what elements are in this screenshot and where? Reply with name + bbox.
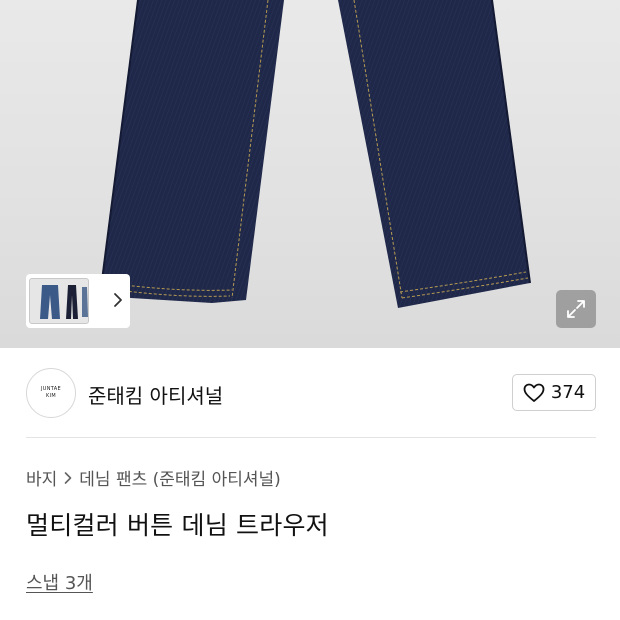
breadcrumb-category[interactable]: 바지 — [26, 465, 57, 490]
brand-row: JUNTAE KIM 준태킴 아티셔널 374 — [26, 368, 596, 418]
heart-icon — [523, 383, 545, 402]
thumbnail-strip[interactable] — [26, 274, 130, 328]
like-count: 374 — [550, 382, 586, 403]
brand-logo[interactable]: JUNTAE KIM — [26, 368, 76, 418]
expand-image-button[interactable] — [556, 290, 596, 328]
brand-logo-line1: JUNTAE — [41, 386, 61, 392]
thumbnail-selected[interactable] — [29, 278, 89, 324]
chevron-right-icon[interactable] — [112, 291, 124, 309]
expand-icon — [567, 300, 585, 318]
like-button[interactable]: 374 — [512, 374, 596, 411]
snap-count-link[interactable]: 스냅 3개 — [26, 569, 93, 595]
thumbnail-jeans-icon — [40, 285, 88, 319]
breadcrumb: 바지 데님 팬츠 (준태킴 아티셔널) — [26, 465, 281, 490]
breadcrumb-subcategory[interactable]: 데님 팬츠 (준태킴 아티셔널) — [79, 465, 281, 490]
product-title: 멀티컬러 버튼 데님 트라우저 — [26, 511, 329, 540]
divider — [26, 437, 596, 438]
brand-name-link[interactable]: 준태킴 아티셔널 — [88, 380, 223, 409]
brand-logo-line2: KIM — [46, 393, 56, 399]
product-image-gallery[interactable] — [0, 0, 620, 348]
chevron-right-icon — [64, 471, 72, 484]
